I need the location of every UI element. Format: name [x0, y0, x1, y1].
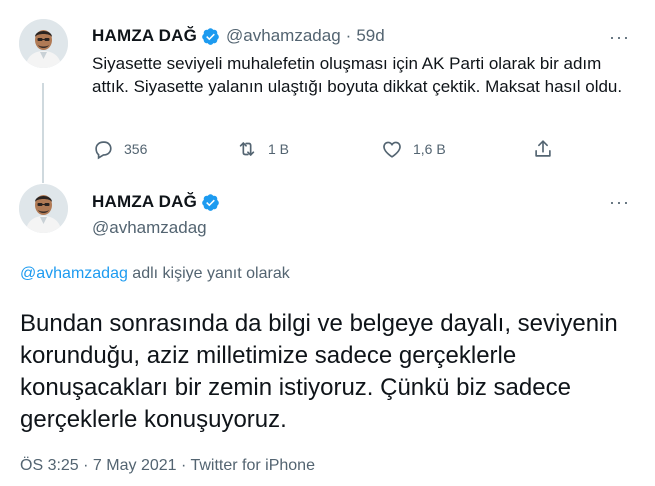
reply-button[interactable]: 356: [92, 138, 147, 160]
main-tweet-header: HAMZA DAĞ: [92, 192, 220, 212]
author-handle[interactable]: @avhamzadag: [226, 26, 341, 46]
verified-badge-icon: [201, 193, 220, 212]
more-dots-icon[interactable]: ···: [609, 28, 630, 46]
separator-dot: ·: [345, 26, 352, 45]
author-name[interactable]: HAMZA DAĞ: [92, 26, 197, 46]
author-name[interactable]: HAMZA DAĞ: [92, 192, 197, 212]
parent-tweet-header: HAMZA DAĞ @avhamzadag · 59d: [92, 26, 385, 46]
avatar[interactable]: [19, 184, 68, 233]
like-count: 1,6 B: [413, 141, 446, 157]
reply-context: @avhamzadag adlı kişiye yanıt olarak: [20, 265, 290, 283]
avatar-photo-icon: [19, 19, 68, 68]
main-tweet-text: Bundan sonrasında da bilgi ve belgeye da…: [20, 310, 618, 433]
author-handle[interactable]: @avhamzadag: [92, 218, 207, 238]
share-button[interactable]: [532, 138, 554, 160]
like-button[interactable]: 1,6 B: [381, 138, 446, 160]
tweet-actions: 356 1 B 1,6 B: [92, 138, 562, 162]
parent-tweet-text: Siyasette seviyeli muhalefetin oluşması …: [92, 54, 623, 96]
reply-mention-link[interactable]: @avhamzadag: [20, 265, 128, 282]
reply-count: 356: [124, 141, 148, 157]
tweet-meta[interactable]: ÖS 3:25 · 7 May 2021 · Twitter for iPhon…: [20, 457, 315, 475]
more-dots-icon[interactable]: ···: [609, 193, 630, 211]
thread-line: [42, 83, 44, 183]
reply-context-label: adlı kişiye yanıt olarak: [127, 265, 290, 282]
retweet-arrows-icon: [239, 142, 255, 156]
verified-badge-icon: [201, 27, 220, 46]
heart-icon: [383, 141, 401, 158]
retweet-count: 1 B: [268, 141, 290, 157]
share-upload-icon: [535, 140, 551, 157]
retweet-button[interactable]: 1 B: [236, 138, 289, 160]
avatar-photo-icon: [19, 184, 68, 233]
avatar[interactable]: [19, 19, 68, 68]
reply-bubble-icon: [95, 141, 112, 160]
tweet-age[interactable]: 59d: [356, 26, 384, 46]
